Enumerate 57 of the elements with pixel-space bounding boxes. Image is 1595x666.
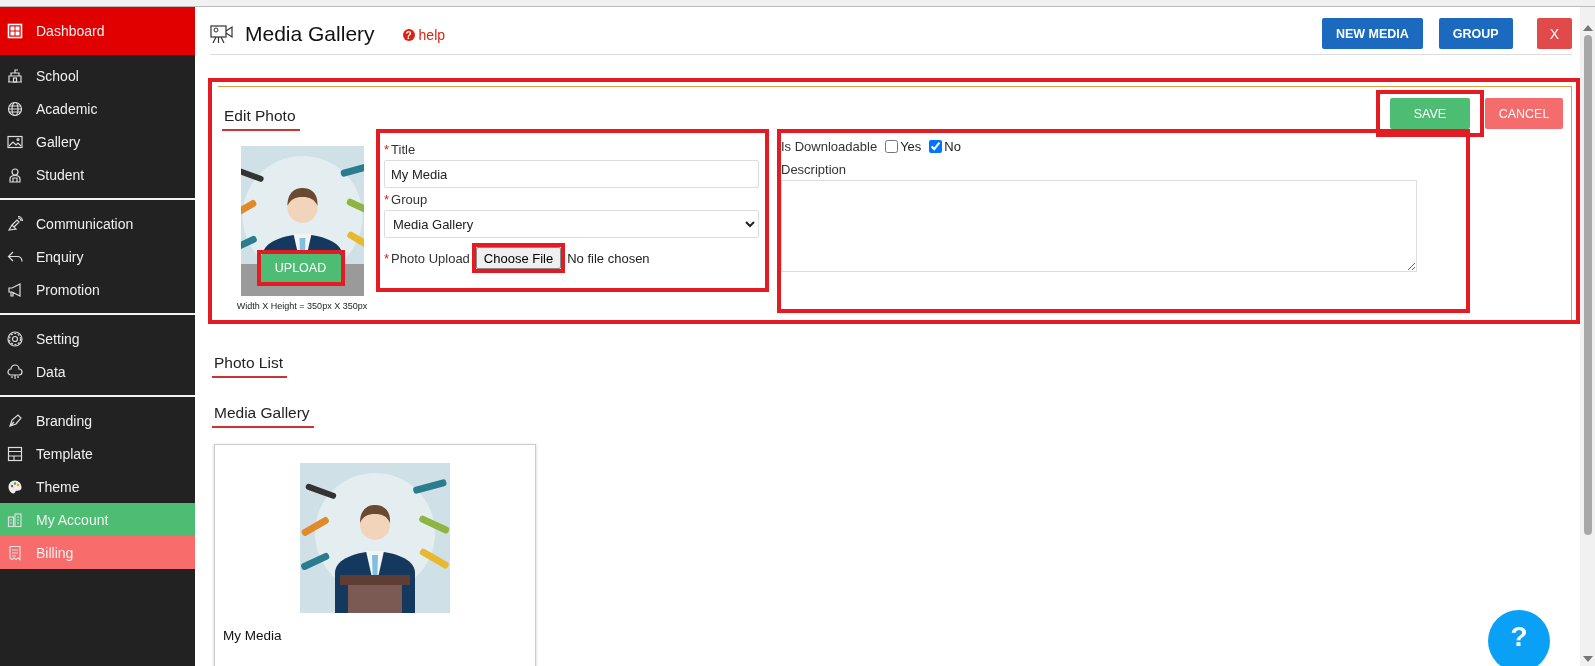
close-button[interactable]: X <box>1536 18 1572 49</box>
checkbox[interactable] <box>885 140 899 153</box>
field-label: Is Downloadable <box>781 139 878 154</box>
section-heading: Photo List <box>212 354 287 378</box>
sidebar-item[interactable]: Theme <box>0 470 195 503</box>
layout-icon <box>7 445 23 462</box>
sidebar-item[interactable]: Communication <box>0 207 195 240</box>
sidebar-item[interactable]: Student <box>0 158 195 191</box>
sidebar-item[interactable]: Setting <box>0 322 195 355</box>
school-icon <box>7 67 23 84</box>
section-heading: Edit Photo <box>222 107 300 131</box>
checkbox-label: No <box>944 139 961 154</box>
sidebar-item[interactable]: Template <box>0 437 195 470</box>
help-link[interactable]: ? help <box>402 27 446 43</box>
student-icon <box>7 166 23 183</box>
page-title: Media Gallery <box>245 21 375 46</box>
required-mark: * <box>384 142 390 157</box>
choose-file-button[interactable]: Choose File <box>475 247 562 269</box>
buildings-icon <box>7 511 23 528</box>
receipt-icon <box>7 544 23 561</box>
media-title: My Media <box>223 628 283 643</box>
sidebar-item[interactable]: Gallery <box>0 125 195 158</box>
video-camera-icon <box>210 23 234 44</box>
sidebar-item[interactable]: Promotion <box>0 273 195 306</box>
sidebar-item[interactable]: Academic <box>0 92 195 125</box>
sidebar-item[interactable]: Branding <box>0 404 195 437</box>
sidebar-item[interactable]: Dashboard <box>0 7 195 55</box>
sidebar-item[interactable]: Enquiry <box>0 240 195 273</box>
checkbox-label: Yes <box>900 139 922 154</box>
pen-icon <box>7 412 23 429</box>
dashboard-icon <box>7 23 23 39</box>
cloud-icon <box>7 363 23 380</box>
header-button[interactable]: GROUP <box>1438 18 1513 49</box>
required-mark: * <box>384 192 390 207</box>
help-icon: ? <box>402 29 415 41</box>
palette-icon <box>7 478 23 495</box>
select-field[interactable]: Media Gallery <box>384 210 759 238</box>
size-hint: Width X Height = 350px X 350px <box>236 301 368 311</box>
header-button[interactable]: NEW MEDIA <box>1321 18 1423 49</box>
file-status: No file chosen <box>567 250 650 266</box>
globe-icon <box>7 100 23 117</box>
field-label: Title <box>391 142 416 157</box>
sidebar-item[interactable]: School <box>0 59 195 92</box>
image-icon <box>7 133 23 150</box>
media-card[interactable]: My Media <box>214 444 536 666</box>
field-label: Group <box>391 192 428 207</box>
required-mark: * <box>384 250 390 266</box>
section-heading: Media Gallery <box>212 404 314 428</box>
megaphone-icon <box>7 281 23 298</box>
scrollbar[interactable] <box>1580 7 1595 666</box>
sidebar-item[interactable]: Data <box>0 355 195 388</box>
gear-icon <box>7 330 23 347</box>
checkbox[interactable] <box>929 140 943 153</box>
field-label: Description <box>781 162 848 177</box>
text-field[interactable]: My Media <box>384 160 759 188</box>
field-label: Photo Upload <box>391 250 470 266</box>
description-field[interactable] <box>781 180 1417 272</box>
